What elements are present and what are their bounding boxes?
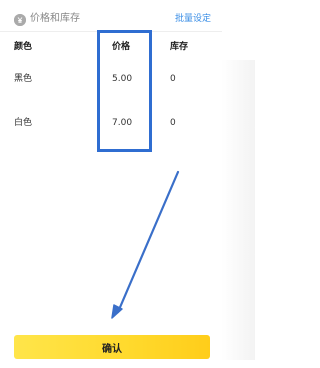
confirm-button[interactable]: 确认 bbox=[14, 335, 210, 359]
annotation-arrow-icon bbox=[111, 170, 180, 319]
confirm-button-label: 确认 bbox=[102, 343, 122, 355]
